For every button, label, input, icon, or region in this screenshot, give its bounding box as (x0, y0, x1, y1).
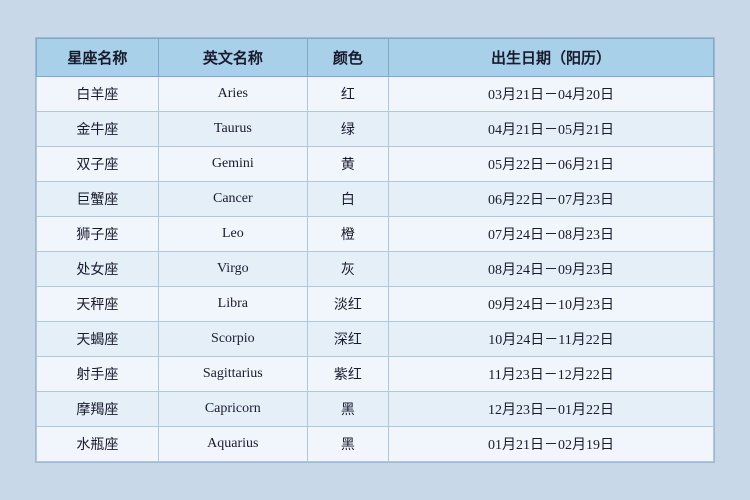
table-row: 巨蟹座Cancer白06月22日－07月23日 (37, 182, 714, 217)
cell-color: 红 (307, 77, 388, 112)
cell-date: 11月23日－12月22日 (389, 357, 714, 392)
header-en: 英文名称 (158, 39, 307, 77)
zodiac-table: 星座名称 英文名称 颜色 出生日期（阳历） 白羊座Aries红03月21日－04… (36, 38, 714, 462)
cell-zh: 白羊座 (37, 77, 159, 112)
cell-color: 淡红 (307, 287, 388, 322)
cell-zh: 天蝎座 (37, 322, 159, 357)
table-row: 天蝎座Scorpio深红10月24日－11月22日 (37, 322, 714, 357)
cell-en: Gemini (158, 147, 307, 182)
cell-zh: 射手座 (37, 357, 159, 392)
cell-en: Aquarius (158, 427, 307, 462)
cell-en: Taurus (158, 112, 307, 147)
cell-date: 07月24日－08月23日 (389, 217, 714, 252)
cell-en: Aries (158, 77, 307, 112)
table-row: 双子座Gemini黄05月22日－06月21日 (37, 147, 714, 182)
cell-date: 06月22日－07月23日 (389, 182, 714, 217)
table-row: 狮子座Leo橙07月24日－08月23日 (37, 217, 714, 252)
cell-color: 橙 (307, 217, 388, 252)
cell-en: Libra (158, 287, 307, 322)
cell-zh: 双子座 (37, 147, 159, 182)
cell-zh: 狮子座 (37, 217, 159, 252)
table-row: 处女座Virgo灰08月24日－09月23日 (37, 252, 714, 287)
cell-date: 05月22日－06月21日 (389, 147, 714, 182)
table-row: 水瓶座Aquarius黑01月21日－02月19日 (37, 427, 714, 462)
table-row: 摩羯座Capricorn黑12月23日－01月22日 (37, 392, 714, 427)
table-body: 白羊座Aries红03月21日－04月20日金牛座Taurus绿04月21日－0… (37, 77, 714, 462)
table-row: 射手座Sagittarius紫红11月23日－12月22日 (37, 357, 714, 392)
table-row: 天秤座Libra淡红09月24日－10月23日 (37, 287, 714, 322)
cell-zh: 摩羯座 (37, 392, 159, 427)
cell-date: 09月24日－10月23日 (389, 287, 714, 322)
cell-en: Sagittarius (158, 357, 307, 392)
header-zh: 星座名称 (37, 39, 159, 77)
cell-zh: 巨蟹座 (37, 182, 159, 217)
cell-en: Capricorn (158, 392, 307, 427)
cell-color: 灰 (307, 252, 388, 287)
cell-color: 黑 (307, 427, 388, 462)
cell-color: 深红 (307, 322, 388, 357)
cell-date: 12月23日－01月22日 (389, 392, 714, 427)
cell-en: Cancer (158, 182, 307, 217)
cell-date: 01月21日－02月19日 (389, 427, 714, 462)
cell-zh: 处女座 (37, 252, 159, 287)
cell-date: 08月24日－09月23日 (389, 252, 714, 287)
cell-en: Leo (158, 217, 307, 252)
header-date: 出生日期（阳历） (389, 39, 714, 77)
cell-color: 黄 (307, 147, 388, 182)
cell-color: 白 (307, 182, 388, 217)
cell-date: 10月24日－11月22日 (389, 322, 714, 357)
cell-color: 黑 (307, 392, 388, 427)
cell-en: Virgo (158, 252, 307, 287)
cell-zh: 天秤座 (37, 287, 159, 322)
table-row: 金牛座Taurus绿04月21日－05月21日 (37, 112, 714, 147)
cell-en: Scorpio (158, 322, 307, 357)
table-header-row: 星座名称 英文名称 颜色 出生日期（阳历） (37, 39, 714, 77)
table-row: 白羊座Aries红03月21日－04月20日 (37, 77, 714, 112)
cell-color: 绿 (307, 112, 388, 147)
header-color: 颜色 (307, 39, 388, 77)
zodiac-table-container: 星座名称 英文名称 颜色 出生日期（阳历） 白羊座Aries红03月21日－04… (35, 37, 715, 463)
cell-zh: 水瓶座 (37, 427, 159, 462)
cell-date: 03月21日－04月20日 (389, 77, 714, 112)
cell-zh: 金牛座 (37, 112, 159, 147)
cell-color: 紫红 (307, 357, 388, 392)
cell-date: 04月21日－05月21日 (389, 112, 714, 147)
